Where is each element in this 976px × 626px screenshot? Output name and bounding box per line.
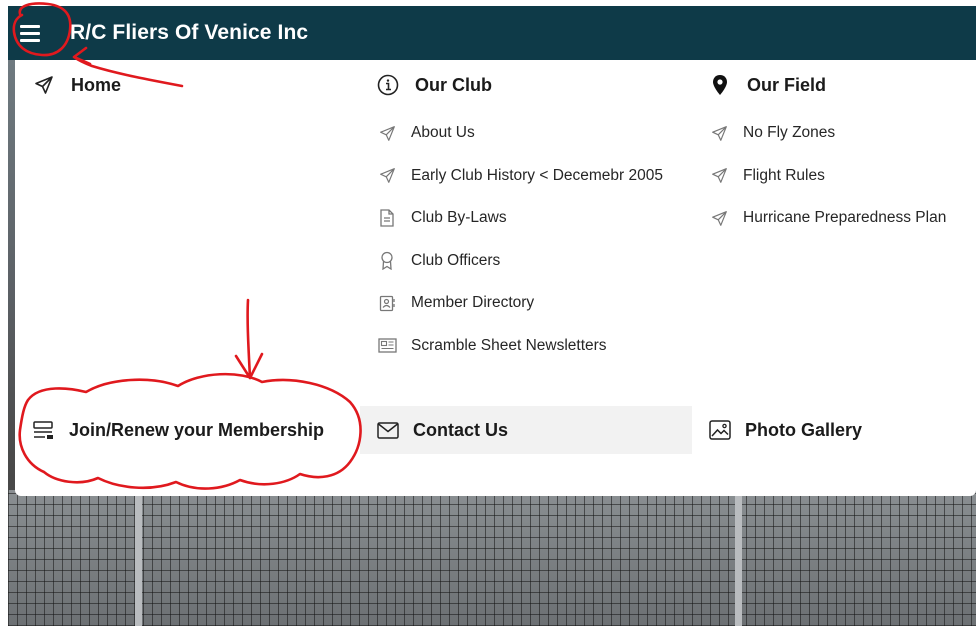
image-icon <box>709 419 731 441</box>
menu-item-early-club-history[interactable]: Early Club History < Decemebr 2005 <box>377 155 663 198</box>
menu-bottom-row: Join/Renew your Membership Contact Us Ph… <box>15 406 976 454</box>
paper-plane-icon <box>709 123 729 143</box>
hamburger-menu-button[interactable] <box>20 18 50 48</box>
paper-plane-icon <box>33 74 55 96</box>
menu-item-about-us[interactable]: About Us <box>377 112 663 155</box>
menu-item-no-fly-zones[interactable]: No Fly Zones <box>709 112 946 155</box>
menu-item-club-officers[interactable]: Club Officers <box>377 240 663 283</box>
info-circle-icon <box>377 74 399 96</box>
navigation-menu-panel: Home Our Club About Us Early Club Histor… <box>15 60 976 496</box>
menu-heading-our-field-label: Our Field <box>747 74 827 95</box>
menu-item-scramble-sheet-newsletters[interactable]: Scramble Sheet Newsletters <box>377 325 663 368</box>
map-pin-icon <box>709 74 731 96</box>
site-title[interactable]: R/C Fliers Of Venice Inc <box>70 21 308 45</box>
paper-plane-icon <box>377 123 397 143</box>
newspaper-icon <box>377 336 397 356</box>
paper-plane-icon <box>377 166 397 186</box>
menu-column-our-club: Our Club About Us Early Club History < D… <box>377 60 663 367</box>
envelope-icon <box>377 419 399 441</box>
contact-card-icon <box>377 293 397 313</box>
menu-heading-our-club-label: Our Club <box>415 74 492 95</box>
menu-item-home[interactable]: Home <box>33 60 121 110</box>
menu-item-hurricane-preparedness-plan[interactable]: Hurricane Preparedness Plan <box>709 197 946 240</box>
document-icon <box>377 208 397 228</box>
paper-plane-icon <box>709 208 729 228</box>
paper-plane-icon <box>709 166 729 186</box>
menu-item-home-label: Home <box>71 74 122 95</box>
award-ribbon-icon <box>377 251 397 271</box>
menu-heading-our-field[interactable]: Our Field <box>709 60 946 110</box>
site-header: R/C Fliers Of Venice Inc <box>8 6 976 60</box>
menu-heading-our-club[interactable]: Our Club <box>377 60 663 110</box>
menu-item-flight-rules[interactable]: Flight Rules <box>709 155 946 198</box>
menu-item-member-directory[interactable]: Member Directory <box>377 282 663 325</box>
menu-item-contact-us[interactable]: Contact Us <box>360 406 692 454</box>
menu-item-club-by-laws[interactable]: Club By-Laws <box>377 197 663 240</box>
menu-column-our-field: Our Field No Fly Zones Flight Rules Hurr… <box>709 60 946 240</box>
menu-item-join-renew-membership[interactable]: Join/Renew your Membership <box>33 406 324 454</box>
form-list-icon <box>33 419 55 441</box>
menu-column-home: Home <box>33 60 121 110</box>
menu-item-photo-gallery[interactable]: Photo Gallery <box>709 406 862 454</box>
fence-photo-detail <box>8 490 976 626</box>
